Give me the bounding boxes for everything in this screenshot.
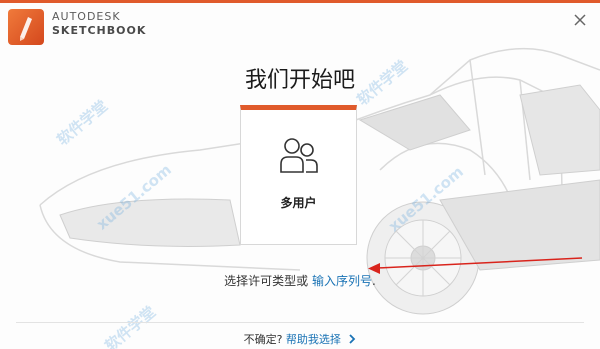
help-me-choose-link[interactable]: 帮助我选择 xyxy=(286,333,341,346)
welcome-window: 软件学堂 xue51.com 软件学堂 xue51.com 软件学堂 AUTOD… xyxy=(0,0,600,349)
footer: 不确定? 帮助我选择 xyxy=(0,331,600,347)
card-label: 多用户 xyxy=(280,196,317,210)
close-icon[interactable] xyxy=(572,12,588,28)
multi-user-card[interactable]: 多用户 xyxy=(240,105,357,245)
sketchbook-logo-icon xyxy=(8,9,44,45)
footer-question: 不确定? xyxy=(243,333,283,346)
footer-divider xyxy=(16,322,584,323)
license-suffix: . xyxy=(372,274,376,288)
enter-serial-link[interactable]: 输入序列号 xyxy=(312,274,372,288)
multi-user-icon xyxy=(280,138,318,173)
chevron-right-icon[interactable] xyxy=(348,334,356,344)
brand-line-2: SKETCHBOOK xyxy=(52,24,147,37)
page-title: 我们开始吧 xyxy=(244,68,355,93)
license-line: 选择许可类型或 输入序列号. xyxy=(0,272,600,289)
brand-line-1: AUTODESK xyxy=(52,10,121,23)
brand-name: AUTODESK SKETCHBOOK xyxy=(52,11,146,36)
license-prompt: 选择许可类型或 xyxy=(224,274,309,288)
